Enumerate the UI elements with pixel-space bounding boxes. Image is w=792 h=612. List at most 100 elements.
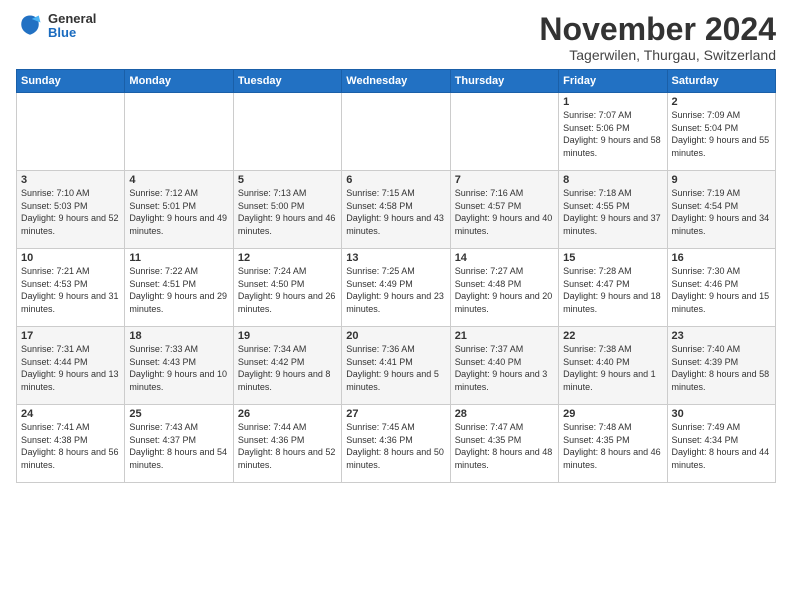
day-number: 24 bbox=[21, 408, 120, 420]
day-info: Sunrise: 7:48 AM Sunset: 4:35 PM Dayligh… bbox=[563, 421, 662, 471]
calendar-cell: 17 Sunrise: 7:31 AM Sunset: 4:44 PM Dayl… bbox=[17, 327, 125, 405]
day-number: 12 bbox=[238, 252, 337, 264]
day-info: Sunrise: 7:37 AM Sunset: 4:40 PM Dayligh… bbox=[455, 343, 554, 393]
calendar-table: Sunday Monday Tuesday Wednesday Thursday… bbox=[16, 69, 776, 483]
header-saturday: Saturday bbox=[667, 70, 775, 93]
day-number: 21 bbox=[455, 330, 554, 342]
logo-icon bbox=[16, 12, 44, 40]
calendar-cell: 14 Sunrise: 7:27 AM Sunset: 4:48 PM Dayl… bbox=[450, 249, 558, 327]
calendar-cell: 20 Sunrise: 7:36 AM Sunset: 4:41 PM Dayl… bbox=[342, 327, 450, 405]
header-thursday: Thursday bbox=[450, 70, 558, 93]
week-row-3: 10 Sunrise: 7:21 AM Sunset: 4:53 PM Dayl… bbox=[17, 249, 776, 327]
calendar-cell: 23 Sunrise: 7:40 AM Sunset: 4:39 PM Dayl… bbox=[667, 327, 775, 405]
day-number: 16 bbox=[672, 252, 771, 264]
day-info: Sunrise: 7:36 AM Sunset: 4:41 PM Dayligh… bbox=[346, 343, 445, 393]
day-number: 10 bbox=[21, 252, 120, 264]
day-number: 30 bbox=[672, 408, 771, 420]
header-sunday: Sunday bbox=[17, 70, 125, 93]
title-area: November 2024 Tagerwilen, Thurgau, Switz… bbox=[539, 12, 776, 63]
week-row-4: 17 Sunrise: 7:31 AM Sunset: 4:44 PM Dayl… bbox=[17, 327, 776, 405]
calendar-cell bbox=[450, 93, 558, 171]
day-info: Sunrise: 7:13 AM Sunset: 5:00 PM Dayligh… bbox=[238, 187, 337, 237]
day-info: Sunrise: 7:44 AM Sunset: 4:36 PM Dayligh… bbox=[238, 421, 337, 471]
day-number: 14 bbox=[455, 252, 554, 264]
header-friday: Friday bbox=[559, 70, 667, 93]
calendar-cell: 4 Sunrise: 7:12 AM Sunset: 5:01 PM Dayli… bbox=[125, 171, 233, 249]
calendar-cell: 21 Sunrise: 7:37 AM Sunset: 4:40 PM Dayl… bbox=[450, 327, 558, 405]
day-info: Sunrise: 7:16 AM Sunset: 4:57 PM Dayligh… bbox=[455, 187, 554, 237]
calendar-cell bbox=[17, 93, 125, 171]
day-number: 9 bbox=[672, 174, 771, 186]
day-number: 15 bbox=[563, 252, 662, 264]
day-number: 3 bbox=[21, 174, 120, 186]
calendar-cell: 11 Sunrise: 7:22 AM Sunset: 4:51 PM Dayl… bbox=[125, 249, 233, 327]
calendar-cell: 2 Sunrise: 7:09 AM Sunset: 5:04 PM Dayli… bbox=[667, 93, 775, 171]
day-info: Sunrise: 7:25 AM Sunset: 4:49 PM Dayligh… bbox=[346, 265, 445, 315]
calendar-cell: 12 Sunrise: 7:24 AM Sunset: 4:50 PM Dayl… bbox=[233, 249, 341, 327]
calendar-cell bbox=[342, 93, 450, 171]
day-info: Sunrise: 7:10 AM Sunset: 5:03 PM Dayligh… bbox=[21, 187, 120, 237]
day-info: Sunrise: 7:31 AM Sunset: 4:44 PM Dayligh… bbox=[21, 343, 120, 393]
day-info: Sunrise: 7:41 AM Sunset: 4:38 PM Dayligh… bbox=[21, 421, 120, 471]
logo-blue-text: Blue bbox=[48, 26, 96, 40]
calendar-cell: 18 Sunrise: 7:33 AM Sunset: 4:43 PM Dayl… bbox=[125, 327, 233, 405]
day-number: 22 bbox=[563, 330, 662, 342]
week-row-2: 3 Sunrise: 7:10 AM Sunset: 5:03 PM Dayli… bbox=[17, 171, 776, 249]
calendar-cell: 3 Sunrise: 7:10 AM Sunset: 5:03 PM Dayli… bbox=[17, 171, 125, 249]
logo-general-text: General bbox=[48, 12, 96, 26]
day-info: Sunrise: 7:22 AM Sunset: 4:51 PM Dayligh… bbox=[129, 265, 228, 315]
day-number: 6 bbox=[346, 174, 445, 186]
day-number: 5 bbox=[238, 174, 337, 186]
day-number: 23 bbox=[672, 330, 771, 342]
calendar-cell: 6 Sunrise: 7:15 AM Sunset: 4:58 PM Dayli… bbox=[342, 171, 450, 249]
day-number: 28 bbox=[455, 408, 554, 420]
calendar-cell bbox=[125, 93, 233, 171]
calendar-cell: 1 Sunrise: 7:07 AM Sunset: 5:06 PM Dayli… bbox=[559, 93, 667, 171]
week-row-5: 24 Sunrise: 7:41 AM Sunset: 4:38 PM Dayl… bbox=[17, 405, 776, 483]
day-info: Sunrise: 7:40 AM Sunset: 4:39 PM Dayligh… bbox=[672, 343, 771, 393]
calendar-page: General Blue November 2024 Tagerwilen, T… bbox=[0, 0, 792, 495]
day-info: Sunrise: 7:30 AM Sunset: 4:46 PM Dayligh… bbox=[672, 265, 771, 315]
calendar-cell: 26 Sunrise: 7:44 AM Sunset: 4:36 PM Dayl… bbox=[233, 405, 341, 483]
calendar-cell: 15 Sunrise: 7:28 AM Sunset: 4:47 PM Dayl… bbox=[559, 249, 667, 327]
day-info: Sunrise: 7:45 AM Sunset: 4:36 PM Dayligh… bbox=[346, 421, 445, 471]
day-number: 7 bbox=[455, 174, 554, 186]
day-info: Sunrise: 7:47 AM Sunset: 4:35 PM Dayligh… bbox=[455, 421, 554, 471]
day-info: Sunrise: 7:19 AM Sunset: 4:54 PM Dayligh… bbox=[672, 187, 771, 237]
header-tuesday: Tuesday bbox=[233, 70, 341, 93]
calendar-cell: 22 Sunrise: 7:38 AM Sunset: 4:40 PM Dayl… bbox=[559, 327, 667, 405]
day-number: 26 bbox=[238, 408, 337, 420]
day-info: Sunrise: 7:38 AM Sunset: 4:40 PM Dayligh… bbox=[563, 343, 662, 393]
day-info: Sunrise: 7:49 AM Sunset: 4:34 PM Dayligh… bbox=[672, 421, 771, 471]
day-number: 4 bbox=[129, 174, 228, 186]
calendar-cell: 27 Sunrise: 7:45 AM Sunset: 4:36 PM Dayl… bbox=[342, 405, 450, 483]
day-number: 17 bbox=[21, 330, 120, 342]
calendar-cell: 7 Sunrise: 7:16 AM Sunset: 4:57 PM Dayli… bbox=[450, 171, 558, 249]
calendar-cell: 9 Sunrise: 7:19 AM Sunset: 4:54 PM Dayli… bbox=[667, 171, 775, 249]
day-number: 19 bbox=[238, 330, 337, 342]
calendar-cell: 25 Sunrise: 7:43 AM Sunset: 4:37 PM Dayl… bbox=[125, 405, 233, 483]
calendar-cell: 29 Sunrise: 7:48 AM Sunset: 4:35 PM Dayl… bbox=[559, 405, 667, 483]
day-info: Sunrise: 7:43 AM Sunset: 4:37 PM Dayligh… bbox=[129, 421, 228, 471]
calendar-cell: 16 Sunrise: 7:30 AM Sunset: 4:46 PM Dayl… bbox=[667, 249, 775, 327]
day-info: Sunrise: 7:09 AM Sunset: 5:04 PM Dayligh… bbox=[672, 109, 771, 159]
day-info: Sunrise: 7:07 AM Sunset: 5:06 PM Dayligh… bbox=[563, 109, 662, 159]
day-number: 11 bbox=[129, 252, 228, 264]
day-info: Sunrise: 7:21 AM Sunset: 4:53 PM Dayligh… bbox=[21, 265, 120, 315]
day-info: Sunrise: 7:12 AM Sunset: 5:01 PM Dayligh… bbox=[129, 187, 228, 237]
day-info: Sunrise: 7:24 AM Sunset: 4:50 PM Dayligh… bbox=[238, 265, 337, 315]
day-number: 8 bbox=[563, 174, 662, 186]
day-number: 18 bbox=[129, 330, 228, 342]
day-number: 2 bbox=[672, 96, 771, 108]
calendar-cell: 30 Sunrise: 7:49 AM Sunset: 4:34 PM Dayl… bbox=[667, 405, 775, 483]
calendar-cell: 28 Sunrise: 7:47 AM Sunset: 4:35 PM Dayl… bbox=[450, 405, 558, 483]
logo: General Blue bbox=[16, 12, 96, 41]
day-number: 27 bbox=[346, 408, 445, 420]
day-info: Sunrise: 7:33 AM Sunset: 4:43 PM Dayligh… bbox=[129, 343, 228, 393]
day-number: 20 bbox=[346, 330, 445, 342]
header-monday: Monday bbox=[125, 70, 233, 93]
day-info: Sunrise: 7:28 AM Sunset: 4:47 PM Dayligh… bbox=[563, 265, 662, 315]
logo-text: General Blue bbox=[48, 12, 96, 41]
calendar-cell: 10 Sunrise: 7:21 AM Sunset: 4:53 PM Dayl… bbox=[17, 249, 125, 327]
location: Tagerwilen, Thurgau, Switzerland bbox=[539, 47, 776, 63]
